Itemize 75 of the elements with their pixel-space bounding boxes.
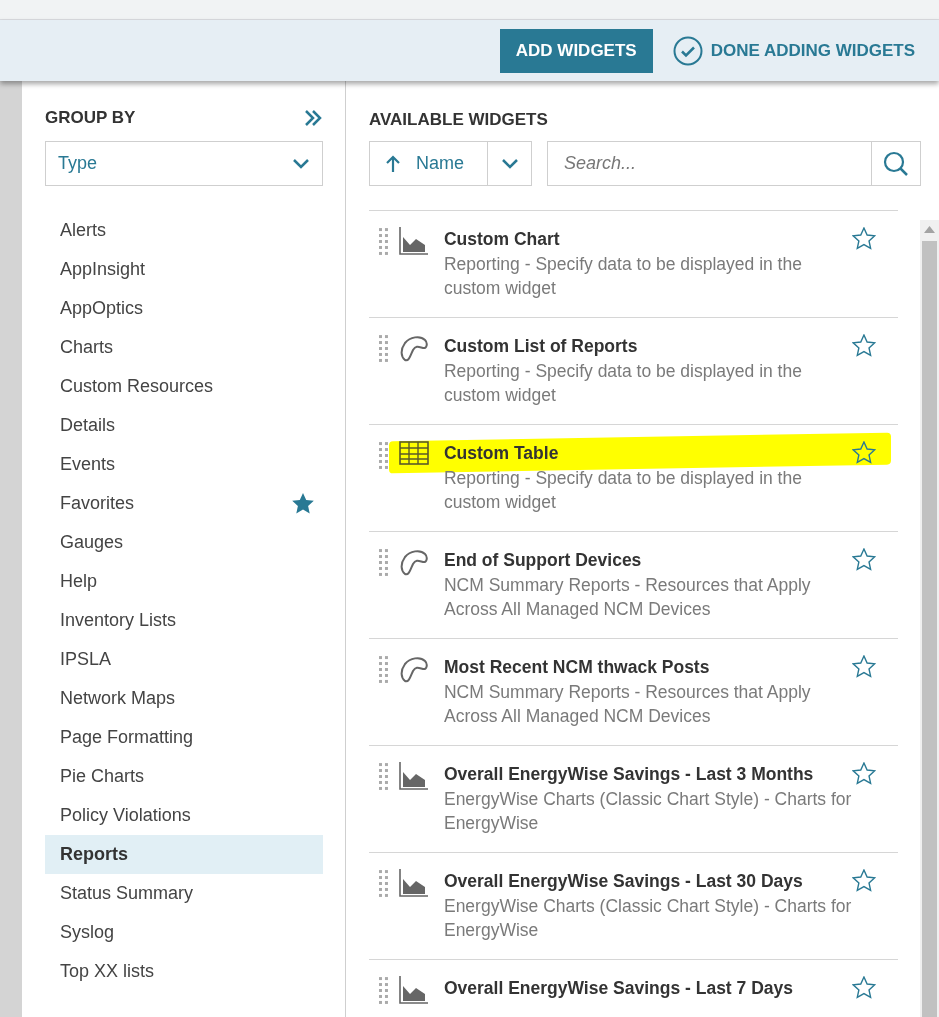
- group-list-item[interactable]: Reports: [45, 835, 323, 874]
- available-widgets-heading: AVAILABLE WIDGETS: [369, 109, 549, 129]
- widget-title[interactable]: Most Recent NCM thwack Posts: [443, 655, 853, 679]
- drag-handle-icon[interactable]: [379, 656, 388, 684]
- star-icon[interactable]: [852, 334, 876, 357]
- group-list-item[interactable]: Policy Violations: [45, 796, 323, 835]
- area-chart-icon: [398, 227, 429, 255]
- table-icon: [398, 441, 429, 465]
- search-icon: [883, 150, 909, 177]
- checkmark-circle-icon: [672, 35, 703, 66]
- group-list-item[interactable]: Network Maps: [45, 679, 323, 718]
- loop-shape-icon: [398, 548, 429, 576]
- widget-description: NCM Summary Reports - Resources that Apply Across All Managed NCM Devices: [443, 681, 812, 728]
- group-list-item[interactable]: Pie Charts: [45, 757, 323, 796]
- group-list-item[interactable]: Help: [45, 562, 323, 601]
- arrow-up-icon: [386, 154, 400, 173]
- drag-handle-icon[interactable]: [379, 549, 388, 577]
- star-icon[interactable]: [852, 227, 876, 250]
- group-list-item[interactable]: Charts: [45, 328, 323, 367]
- chevron-down-icon: [500, 157, 519, 170]
- star-icon[interactable]: [852, 548, 876, 571]
- drag-handle-icon[interactable]: [379, 442, 388, 470]
- group-list-item[interactable]: Gauges: [45, 523, 323, 562]
- done-adding-widgets-button[interactable]: DONE ADDING WIDGETS: [672, 35, 915, 66]
- widget-title[interactable]: Custom Chart: [443, 227, 853, 251]
- widget-description: Reporting - Specify data to be displayed in the custom widget: [443, 253, 803, 300]
- group-list-item[interactable]: Favorites: [45, 484, 323, 523]
- sort-label: Name: [416, 152, 464, 175]
- drag-handle-icon[interactable]: [379, 228, 388, 256]
- add-widgets-button[interactable]: ADD WIDGETS: [499, 28, 653, 73]
- group-list-item[interactable]: Alerts: [45, 211, 323, 250]
- widget-description: EnergyWise Charts (Classic Chart Style) - Charts for EnergyWise: [443, 788, 853, 835]
- star-icon[interactable]: [852, 762, 876, 785]
- search-button[interactable]: [872, 141, 921, 186]
- star-icon[interactable]: [852, 869, 876, 892]
- double-chevron-right-icon[interactable]: [303, 109, 323, 127]
- group-list-item[interactable]: Status Summary: [45, 874, 323, 913]
- sort-control[interactable]: Name: [369, 141, 532, 186]
- widget-title[interactable]: Custom List of Reports: [443, 334, 853, 358]
- widget-title[interactable]: Overall EnergyWise Savings - Last 7 Days: [443, 976, 853, 1000]
- group-by-dropdown[interactable]: Type: [45, 141, 323, 186]
- group-list-item[interactable]: Page Formatting: [45, 718, 323, 757]
- group-list-item[interactable]: AppInsight: [45, 250, 323, 289]
- area-chart-icon: [398, 976, 429, 1004]
- star-icon[interactable]: [852, 976, 876, 999]
- group-list-item[interactable]: Syslog: [45, 913, 323, 952]
- drag-handle-icon[interactable]: [379, 977, 388, 1005]
- widget-title[interactable]: End of Support Devices: [443, 548, 853, 572]
- widget-title[interactable]: Custom Table: [443, 441, 853, 465]
- loop-shape-icon: [398, 655, 429, 683]
- drag-handle-icon[interactable]: [379, 870, 388, 898]
- group-list-item[interactable]: Events: [45, 445, 323, 484]
- star-icon[interactable]: [852, 441, 876, 464]
- group-list-item[interactable]: IPSLA: [45, 640, 323, 679]
- group-list-item[interactable]: AppOptics: [45, 289, 323, 328]
- widget-description: EnergyWise Charts (Classic Chart Style) - Charts for EnergyWise: [443, 895, 853, 942]
- widget-description: Reporting - Specify data to be displayed in the custom widget: [443, 360, 803, 407]
- area-chart-icon: [398, 869, 429, 897]
- area-chart-icon: [398, 762, 429, 790]
- search-field[interactable]: Search...: [547, 141, 872, 186]
- group-list-item[interactable]: Details: [45, 406, 323, 445]
- star-icon[interactable]: [852, 655, 876, 678]
- drag-handle-icon[interactable]: [379, 335, 388, 363]
- group-list-item[interactable]: Top XX lists: [45, 952, 323, 991]
- drag-handle-icon[interactable]: [379, 763, 388, 791]
- widget-title[interactable]: Overall EnergyWise Savings - Last 3 Months: [443, 762, 853, 786]
- chevron-down-icon: [292, 157, 310, 170]
- group-list-item[interactable]: Custom Resources: [45, 367, 323, 406]
- group-list-item[interactable]: Inventory Lists: [45, 601, 323, 640]
- group-by-heading: GROUP BY: [45, 107, 136, 130]
- widget-description: Reporting - Specify data to be displayed in the custom widget: [443, 467, 803, 514]
- widget-description: NCM Summary Reports - Resources that Apply Across All Managed NCM Devices: [443, 574, 812, 621]
- widget-title[interactable]: Overall EnergyWise Savings - Last 30 Days: [443, 869, 853, 893]
- scrollbar-thumb[interactable]: [922, 241, 937, 1017]
- loop-shape-icon: [398, 334, 429, 362]
